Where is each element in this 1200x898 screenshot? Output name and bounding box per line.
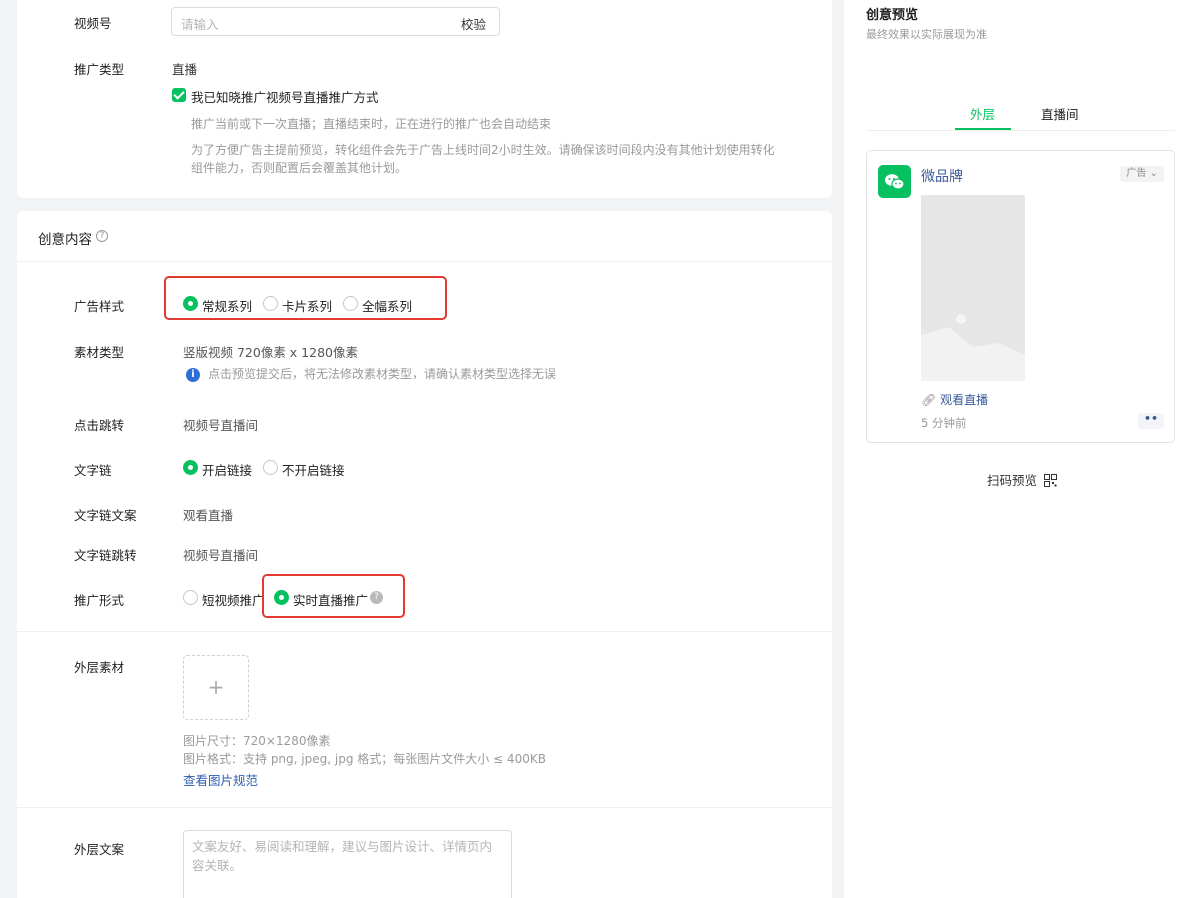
outer-material-label: 外层素材 — [74, 660, 125, 675]
creative-content-card: 创意内容 ? 广告样式 常规系列 卡片系列 全幅系列 素材类型 竖版视频 720… — [17, 211, 832, 898]
outer-copy-textarea[interactable]: 文案友好、易阅读和理解，建议与图片设计、详情页内容关联。 — [183, 830, 512, 898]
question-circle-icon[interactable]: ? — [96, 230, 108, 242]
promo-type-label: 推广类型 — [74, 62, 125, 77]
ack-checkbox[interactable] — [172, 88, 186, 102]
tab-live-room[interactable]: 直播间 — [1041, 104, 1079, 123]
text-link-option-on[interactable]: 开启链接 — [202, 460, 252, 479]
material-type-value: 竖版视频 720像素 x 1280像素 — [183, 345, 358, 360]
chevron-down-icon: ⌄ — [1149, 168, 1158, 179]
text-link-copy-label: 文字链文案 — [74, 508, 137, 523]
promo-type-value: 直播 — [172, 62, 198, 77]
preview-title: 创意预览 — [866, 8, 919, 23]
wechat-logo-icon — [878, 165, 911, 198]
time-ago: 5 分钟前 — [921, 416, 967, 430]
title-divider — [17, 261, 832, 262]
material-type-note: 点击预览提交后，将无法修改素材类型，请确认素材类型选择无误 — [208, 367, 557, 381]
text-link-jump-label: 文字链跳转 — [74, 548, 137, 563]
image-placeholder-icon — [921, 195, 1025, 381]
tab-outer[interactable]: 外层 — [970, 104, 995, 123]
image-format-note: 图片格式：支持 png, jpeg, jpg 格式；每张图片文件大小 ≤ 400… — [183, 752, 546, 766]
image-spec-link[interactable]: 查看图片规范 — [183, 770, 258, 789]
text-link-copy-value: 观看直播 — [183, 508, 234, 523]
verify-button[interactable]: 校验 — [461, 14, 486, 33]
channel-label: 视频号 — [74, 16, 112, 31]
text-link-label: 文字链 — [74, 463, 112, 478]
ad-tag-text: 广告 — [1126, 168, 1147, 179]
info-icon: i — [186, 368, 200, 382]
text-link-radio-on[interactable] — [183, 460, 198, 475]
highlight-ad-style — [164, 276, 447, 320]
preview-subtitle: 最终效果以实际展现为准 — [866, 28, 987, 41]
more-button[interactable]: •• — [1138, 413, 1164, 429]
channel-placeholder: 请输入 — [181, 17, 219, 32]
promo-form-radio-short-video[interactable] — [183, 590, 198, 605]
ack-checkbox-label[interactable]: 我已知晓推广视频号直播推广方式 — [191, 87, 379, 106]
brand-name: 微品牌 — [921, 169, 963, 185]
promo-form-label: 推广形式 — [74, 593, 125, 608]
ad-preview-card: 微品牌 广告 ⌄ 🔗︎ 观看直播 5 分钟前 •• — [866, 150, 1175, 443]
ad-style-label: 广告样式 — [74, 299, 125, 314]
creative-title: 创意内容 — [38, 232, 92, 248]
tab-baseline — [866, 130, 1175, 131]
hint-live-end: 推广当前或下一次直播；直播结束时，正在进行的推广也会自动结束 — [191, 117, 552, 131]
scan-preview-button[interactable]: 扫码预览 — [987, 470, 1057, 489]
highlight-promo-form — [262, 574, 405, 618]
click-jump-value: 视频号直播间 — [183, 418, 259, 433]
qrcode-icon — [1044, 474, 1057, 487]
promotion-settings-card: 视频号 请输入 校验 推广类型 直播 我已知晓推广视频号直播推广方式 推广当前或… — [17, 0, 832, 198]
text-link-option-off[interactable]: 不开启链接 — [282, 460, 345, 479]
preview-panel: 创意预览 最终效果以实际展现为准 外层 直播间 微品牌 广告 ⌄ 🔗︎ 观看直播… — [844, 0, 1200, 898]
section-divider-2 — [17, 807, 832, 808]
plus-icon: + — [207, 675, 225, 699]
upload-button[interactable]: + — [183, 655, 249, 720]
watch-live-text: 观看直播 — [940, 393, 989, 407]
click-jump-label: 点击跳转 — [74, 418, 125, 433]
text-link-radio-off[interactable] — [263, 460, 278, 475]
watch-live-link[interactable]: 🔗︎ 观看直播 — [921, 391, 988, 408]
link-icon: 🔗︎ — [921, 393, 937, 407]
ad-tag[interactable]: 广告 ⌄ — [1120, 166, 1164, 182]
channel-input[interactable]: 请输入 校验 — [171, 7, 500, 36]
scan-preview-text: 扫码预览 — [987, 473, 1038, 488]
tab-active-indicator — [955, 128, 1011, 130]
section-divider-1 — [17, 631, 832, 632]
text-link-jump-value: 视频号直播间 — [183, 548, 259, 563]
outer-copy-label: 外层文案 — [74, 842, 125, 857]
material-type-label: 素材类型 — [74, 345, 125, 360]
promo-form-option-short-video[interactable]: 短视频推广 — [202, 590, 265, 609]
hint-conversion-line1: 为了方便广告主提前预览，转化组件会先于广告上线时间2小时生效。请确保该时间段内没… — [191, 143, 775, 157]
outer-copy-placeholder: 文案友好、易阅读和理解，建议与图片设计、详情页内容关联。 — [192, 839, 493, 873]
image-size-note: 图片尺寸：720×1280像素 — [183, 734, 331, 748]
hint-conversion-line2: 组件能力，否则配置后会覆盖其他计划。 — [191, 161, 408, 175]
